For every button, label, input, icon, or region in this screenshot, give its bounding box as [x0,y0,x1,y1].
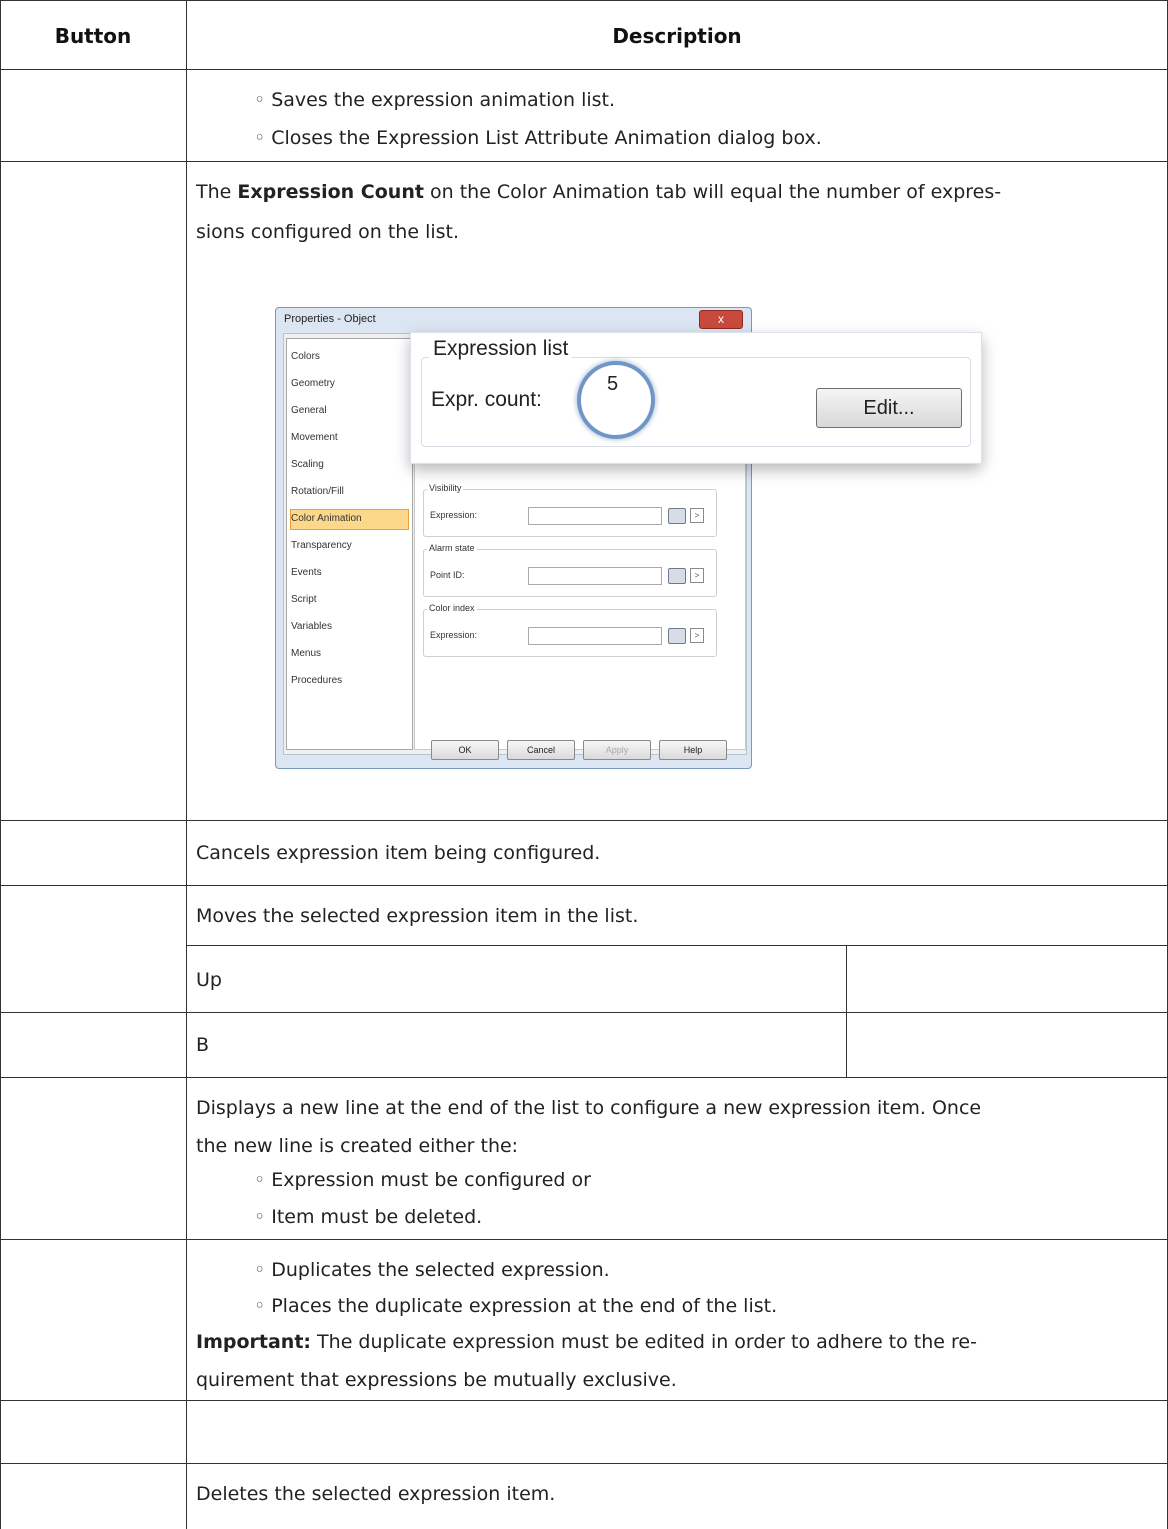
point-id-input [528,567,662,585]
nav-item-variables: Variables [291,621,332,632]
important-note-cont: quirement that expressions be mutually e… [196,1369,677,1391]
browse-icon [668,508,686,524]
category-list: Colors Geometry General Movement Scaling… [286,338,413,750]
list-item: ◦ Places the duplicate expression at the … [254,1295,778,1317]
nav-item-rotation-fill: Rotation/Fill [291,486,344,497]
new-description: Displays a new line at the end of the li… [196,1097,982,1119]
nav-item-transparency: Transparency [291,540,352,551]
expression-count-text-cont: sions configured on the list. [196,221,460,243]
expression-input [528,507,662,525]
subcolumn-divider [846,945,847,1077]
row-divider [0,820,1168,821]
list-item: ◦ Expression must be configured or [254,1169,591,1191]
color-index-group: Color index Expression: > [423,603,717,657]
row-divider [0,69,1168,70]
nav-item-script: Script [291,594,317,605]
table-border-left [0,0,1,1529]
row-divider [0,161,1168,162]
cancel-button: Cancel [507,740,575,760]
browse-icon [668,628,686,644]
list-item: ◦ Item must be deleted. [254,1206,483,1228]
expression-list-zoom-callout: Expression list Expr. count: 5 Edit... [410,332,982,464]
group-title: Color index [427,603,477,613]
dialog-button-row: OK Cancel Apply Help [431,740,741,760]
expr-count-label: Expr. count: [431,388,542,411]
move-up-label: Up [196,969,222,991]
edit-button: Edit... [816,388,962,428]
arrow-icon: > [690,568,704,583]
nav-item-movement: Movement [291,432,338,443]
nav-item-general: General [291,405,327,416]
move-down-label: B [196,1034,210,1056]
nav-item-color-animation: Color Animation [291,513,362,524]
group-title: Alarm state [427,543,477,553]
alarm-state-group: Alarm state Point ID: > [423,543,717,597]
expression-input [528,627,662,645]
nav-item-events: Events [291,567,322,578]
row-divider [0,1463,1168,1464]
arrow-icon: > [690,508,704,523]
cancel-description: Cancels expression item being configured… [196,842,601,864]
table-border-top [0,0,1168,1]
visibility-group: Visibility Expression: > [423,483,717,537]
row-divider [0,885,1168,886]
arrow-icon: > [690,628,704,643]
expression-count-text: The Expression Count on the Color Animat… [196,181,1002,203]
apply-button: Apply [583,740,651,760]
document-table: Button Description ◦ Saves the expression… [0,0,1168,1529]
subrow-divider [186,945,1168,946]
field-label: Expression: [430,630,478,640]
callout-title: Expression list [429,337,573,361]
row-divider [0,1077,1168,1078]
important-note: Important: The duplicate expression must… [196,1331,977,1353]
column-divider [186,0,187,1529]
move-description: Moves the selected expression item in th… [196,905,639,927]
row-divider [0,1239,1168,1240]
list-item: ◦ Duplicates the selected expression. [254,1259,610,1281]
field-label: Point ID: [430,570,465,580]
row-divider [0,1400,1168,1401]
nav-item-colors: Colors [291,351,320,362]
row-divider [0,1012,1168,1013]
ok-button: OK [431,740,499,760]
dialog-title: Properties - Object [284,313,376,325]
header-description: Description [612,24,742,48]
nav-item-geometry: Geometry [291,378,335,389]
field-label: Expression: [430,510,478,520]
nav-item-procedures: Procedures [291,675,343,686]
close-icon: x [699,310,743,329]
header-button: Button [54,24,132,48]
list-item: ◦ Saves the expression animation list. [254,89,616,111]
group-title: Visibility [427,483,464,493]
help-button: Help [659,740,727,760]
expr-count-value: 5 [607,373,619,395]
list-item: ◦ Closes the Expression List Attribute An… [254,127,822,149]
nav-item-scaling: Scaling [291,459,324,470]
nav-item-menus: Menus [291,648,322,659]
browse-icon [668,568,686,584]
delete-description: Deletes the selected expression item. [196,1483,556,1505]
